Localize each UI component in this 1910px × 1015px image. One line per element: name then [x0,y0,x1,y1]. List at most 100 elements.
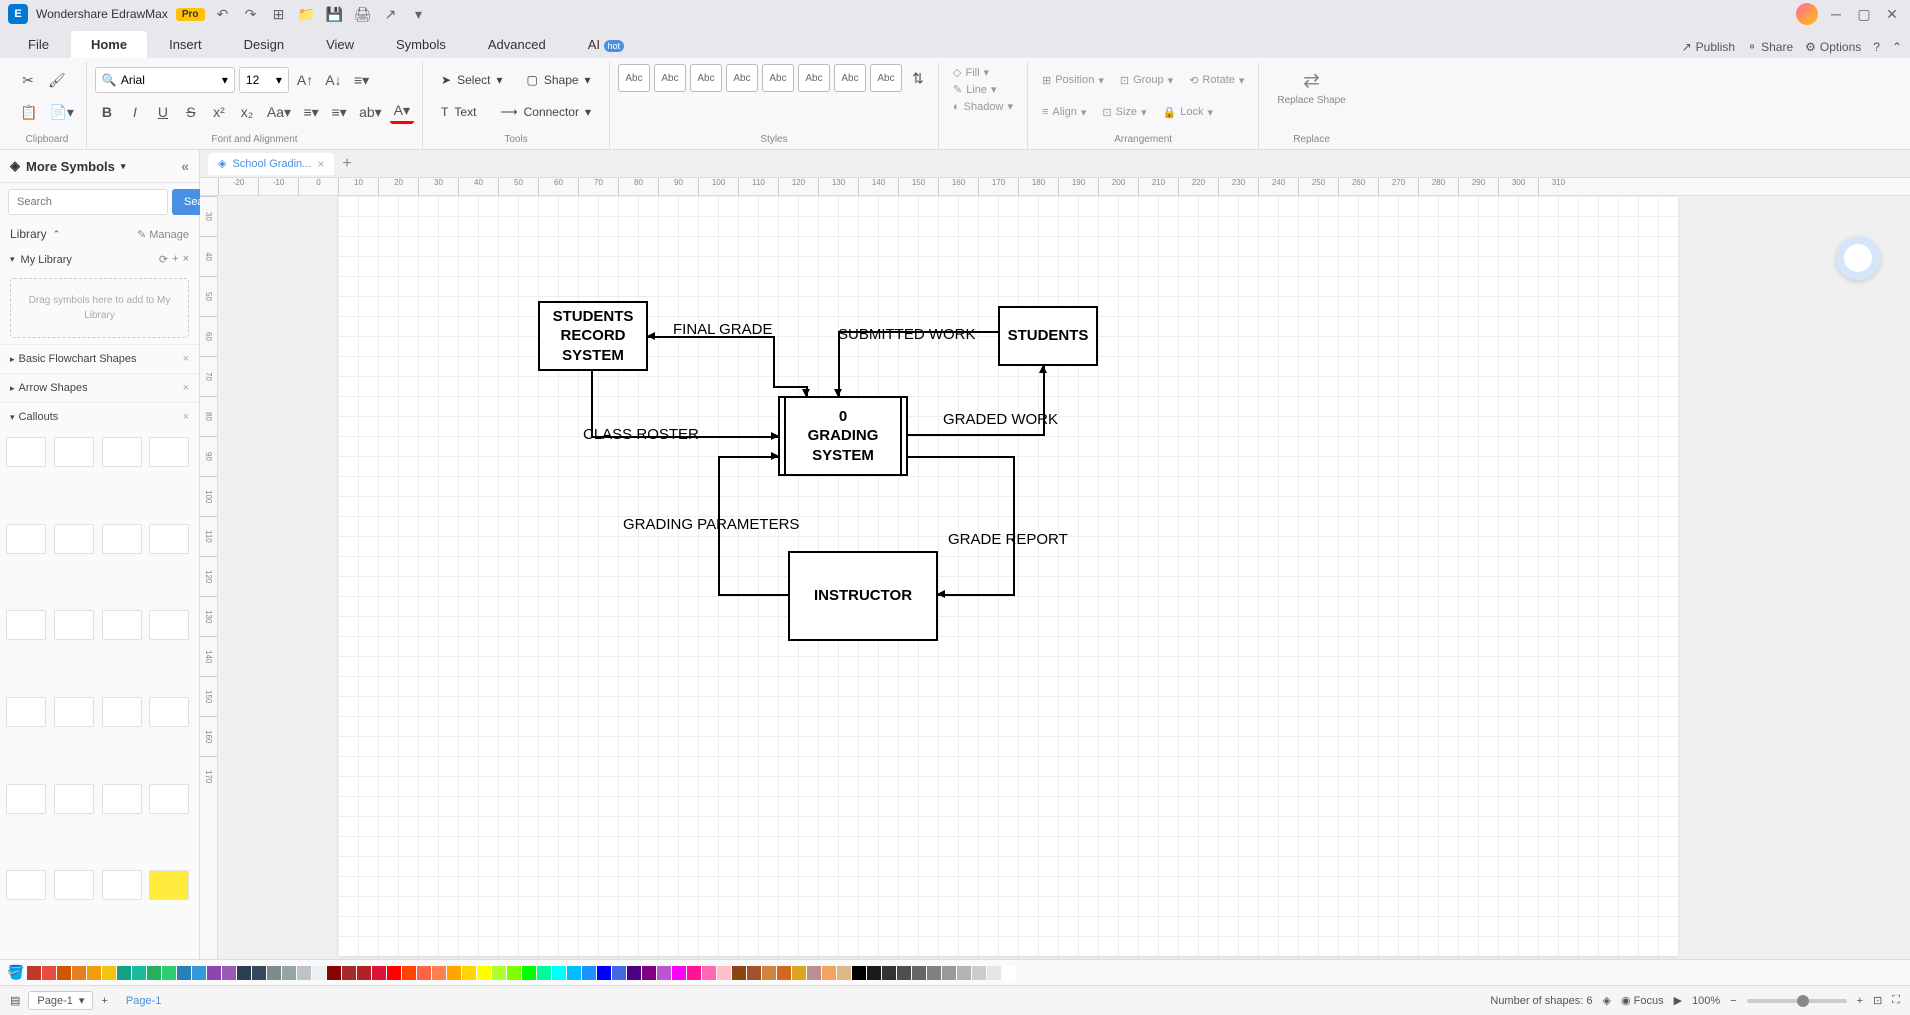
avatar[interactable] [1796,3,1818,25]
page-selector[interactable]: Page-1 ▾ [28,991,93,1010]
callout-item[interactable] [6,784,46,814]
color-swatch[interactable] [882,966,896,980]
color-swatch[interactable] [567,966,581,980]
style-1[interactable]: Abc [618,64,650,92]
maximize-icon[interactable]: ▢ [1854,4,1874,24]
color-swatch[interactable] [162,966,176,980]
color-swatch[interactable] [612,966,626,980]
color-swatch[interactable] [792,966,806,980]
color-swatch[interactable] [177,966,191,980]
conn[interactable] [773,386,808,388]
style-8[interactable]: Abc [870,64,902,92]
group-prop[interactable]: ⊡ Group ▾ [1114,72,1179,89]
callout-item[interactable] [102,524,142,554]
line-spacing-icon[interactable]: ≡▾ [299,100,323,124]
drop-zone[interactable]: Drag symbols here to add to My Library [10,278,189,338]
tab-home[interactable]: Home [71,31,147,58]
zoom-slider[interactable] [1747,999,1847,1003]
section-callouts[interactable]: ▾Callouts× [0,402,199,431]
color-swatch[interactable] [867,966,881,980]
callout-item[interactable] [102,784,142,814]
color-swatch[interactable] [837,966,851,980]
section-close-icon[interactable]: × [183,353,189,365]
callout-item[interactable] [102,870,142,900]
lib-close-icon[interactable]: × [183,253,189,266]
collapse-ribbon-icon[interactable]: ⌃ [1892,40,1902,54]
color-swatch[interactable] [522,966,536,980]
font-size-select[interactable]: 12 ▾ [239,67,289,93]
conn[interactable] [838,331,840,386]
connector-tool[interactable]: ⟶ Connector ▾ [490,101,601,123]
color-swatch[interactable] [852,966,866,980]
color-swatch[interactable] [477,966,491,980]
superscript-icon[interactable]: x² [207,100,231,124]
fab-assistant[interactable] [1836,236,1880,280]
color-swatch[interactable] [282,966,296,980]
color-swatch[interactable] [372,966,386,980]
color-swatch[interactable] [717,966,731,980]
minimize-icon[interactable]: ─ [1826,4,1846,24]
color-swatch[interactable] [537,966,551,980]
callout-item[interactable] [54,524,94,554]
color-swatch[interactable] [957,966,971,980]
style-6[interactable]: Abc [798,64,830,92]
color-swatch[interactable] [312,966,326,980]
underline-icon[interactable]: U [151,100,175,124]
color-swatch[interactable] [492,966,506,980]
callout-item[interactable] [102,610,142,640]
shape-tool[interactable]: ▢ Shape ▾ [517,69,601,91]
section-arrows[interactable]: ▸Arrow Shapes× [0,373,199,402]
box-students[interactable]: STUDENTS [998,306,1098,366]
callout-item[interactable] [54,870,94,900]
color-swatch[interactable] [147,966,161,980]
color-swatch[interactable] [72,966,86,980]
fullscreen-icon[interactable]: ⛶ [1892,994,1900,1007]
color-swatch[interactable] [762,966,776,980]
text-tool[interactable]: T Text [431,101,486,123]
color-swatch[interactable] [102,966,116,980]
section-close-icon[interactable]: × [183,411,189,423]
zoom-out-icon[interactable]: − [1730,995,1736,1007]
layers-icon[interactable]: ◈ [1603,994,1611,1007]
conn[interactable] [908,456,1013,458]
color-swatch[interactable] [672,966,686,980]
conn[interactable] [1043,366,1045,436]
color-swatch[interactable] [807,966,821,980]
decrease-font-icon[interactable]: A↓ [321,68,345,92]
conn[interactable] [908,434,1043,436]
conn[interactable] [648,336,773,338]
redo-icon[interactable]: ↷ [241,4,261,24]
open-icon[interactable]: 📁 [297,4,317,24]
callout-item[interactable] [6,437,46,467]
conn[interactable] [938,594,1015,596]
close-icon[interactable]: ✕ [1882,4,1902,24]
color-swatch[interactable] [777,966,791,980]
callout-item[interactable] [6,524,46,554]
library-label[interactable]: Library [10,227,47,241]
conn[interactable] [773,336,775,386]
color-swatch[interactable] [402,966,416,980]
lock-prop[interactable]: 🔒 Lock ▾ [1157,104,1219,121]
position-prop[interactable]: ⊞ Position ▾ [1036,72,1110,89]
label-grade-report[interactable]: GRADE REPORT [948,531,1068,548]
color-swatch[interactable] [507,966,521,980]
zoom-in-icon[interactable]: + [1857,995,1863,1007]
more-icon[interactable]: ▾ [409,4,429,24]
color-swatch[interactable] [342,966,356,980]
tab-ai[interactable]: AI hot [568,31,644,58]
shadow-prop[interactable]: ◐ Shadow ▾ [947,98,1019,115]
save-icon[interactable]: 💾 [325,4,345,24]
manage-link[interactable]: ✎ Manage [137,228,189,241]
conn[interactable] [718,594,788,596]
color-swatch[interactable] [42,966,56,980]
callout-item[interactable] [6,697,46,727]
style-7[interactable]: Abc [834,64,866,92]
callout-item[interactable] [54,784,94,814]
new-icon[interactable]: ⊞ [269,4,289,24]
callout-item[interactable] [102,437,142,467]
color-swatch[interactable] [222,966,236,980]
share-button[interactable]: ⚬ Share [1747,40,1793,54]
color-swatch[interactable] [657,966,671,980]
search-input[interactable] [8,189,168,215]
strike-icon[interactable]: S [179,100,203,124]
